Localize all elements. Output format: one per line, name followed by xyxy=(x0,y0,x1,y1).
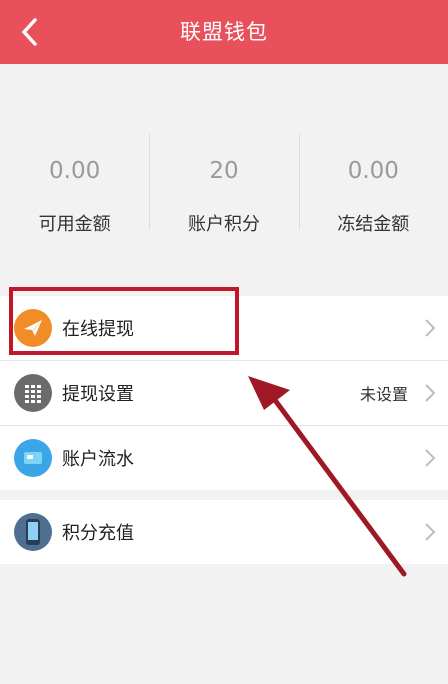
menu-item-label: 提现设置 xyxy=(62,384,134,405)
chevron-right-icon xyxy=(425,384,436,402)
menu-item-label: 积分充值 xyxy=(62,523,134,544)
menu-list-2: 积分充值 xyxy=(0,500,448,564)
menu-item-withdraw[interactable]: 在线提现 xyxy=(0,296,448,361)
menu-item-points-recharge[interactable]: 积分充值 xyxy=(0,500,448,564)
app-header: 联盟钱包 xyxy=(0,0,448,64)
points-label: 账户积分 xyxy=(187,214,260,235)
points-value: 20 xyxy=(209,158,239,184)
withdraw-settings-status: 未设置 xyxy=(359,385,408,404)
page-title: 联盟钱包 xyxy=(180,20,268,44)
menu-item-label: 在线提现 xyxy=(62,319,134,340)
menu-item-label: 账户流水 xyxy=(62,449,134,470)
keypad-icon xyxy=(14,374,52,412)
menu-item-withdraw-settings[interactable]: 提现设置 未设置 xyxy=(0,361,448,426)
stat-frozen[interactable]: 0.00 冻结金额 xyxy=(298,130,448,240)
chevron-right-icon xyxy=(425,449,436,467)
paper-plane-icon xyxy=(14,309,52,347)
wallet-stats: 0.00 可用金额 20 账户积分 0.00 冻结金额 xyxy=(0,130,448,240)
frozen-label: 冻结金额 xyxy=(337,214,410,235)
available-label: 可用金额 xyxy=(38,214,111,235)
available-amount: 0.00 xyxy=(49,158,101,184)
phone-icon xyxy=(14,513,52,551)
stat-available[interactable]: 0.00 可用金额 xyxy=(0,130,149,240)
stat-points[interactable]: 20 账户积分 xyxy=(149,130,298,240)
frozen-amount: 0.00 xyxy=(347,158,399,184)
chevron-right-icon xyxy=(425,319,436,337)
menu-item-account-flow[interactable]: 账户流水 xyxy=(0,426,448,490)
chevron-right-icon xyxy=(425,523,436,541)
card-icon xyxy=(14,439,52,477)
menu-list: 在线提现 提现设置 未设置 账户流水 xyxy=(0,296,448,490)
